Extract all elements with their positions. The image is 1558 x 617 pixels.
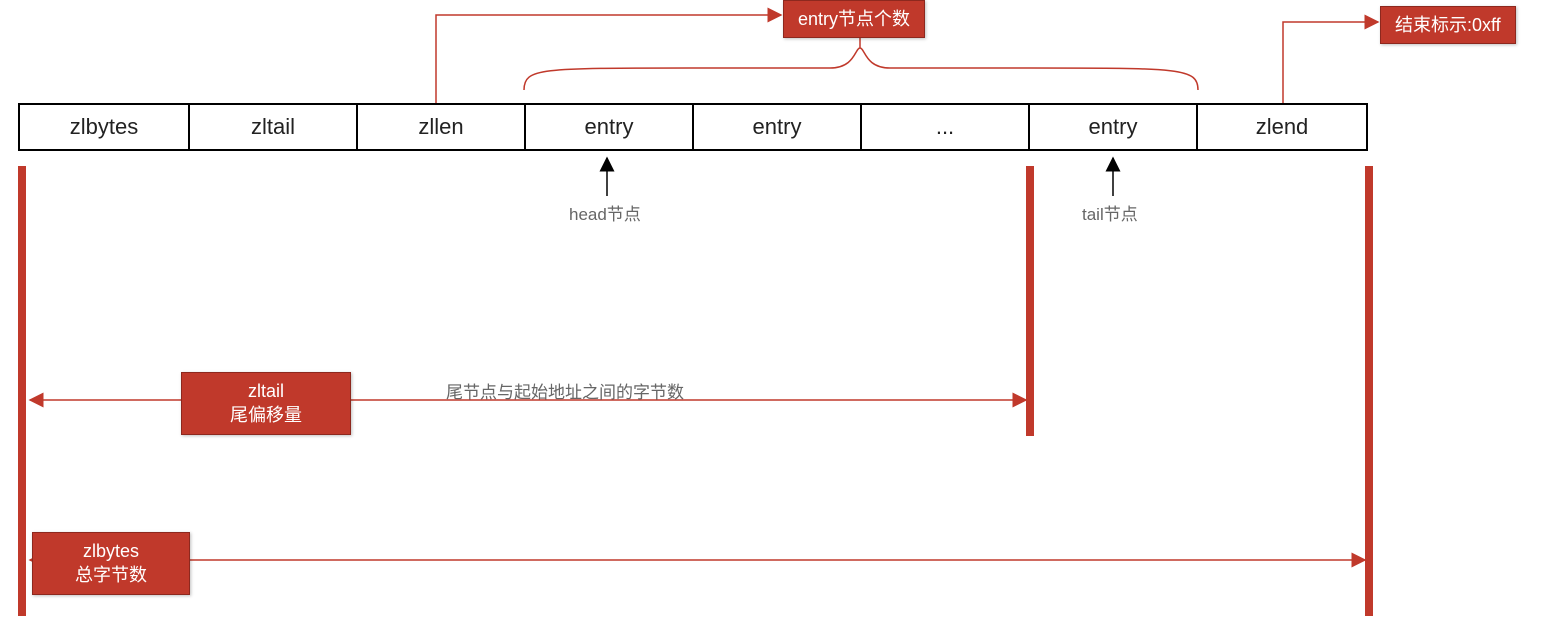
label-end-mark: 结束标示:0xff (1380, 6, 1516, 44)
field-zltail: zltail (188, 103, 356, 151)
label-entry-count: entry节点个数 (783, 0, 925, 38)
connector-layer (0, 0, 1558, 617)
field-zlend: zlend (1196, 103, 1368, 151)
label-zltail-sub: 尾偏移量 (230, 403, 302, 427)
note-zltail-desc: 尾节点与起始地址之间的字节数 (446, 378, 684, 403)
label-zltail-box: zltail 尾偏移量 (181, 372, 351, 435)
field-zllen: zllen (356, 103, 524, 151)
label-end-mark-text: 结束标示:0xff (1395, 13, 1501, 37)
label-entry-count-text: entry节点个数 (798, 7, 910, 31)
note-head-node: head节点 (569, 200, 641, 225)
note-tail-node: tail节点 (1082, 200, 1138, 225)
field-zlbytes: zlbytes (18, 103, 188, 151)
vbar-end (1365, 166, 1373, 616)
field-entry-head: entry (524, 103, 692, 151)
ziplist-structure-diagram: zlbytes zltail zllen entry entry ... ent… (0, 0, 1558, 617)
label-zlbytes-box: zlbytes 总字节数 (32, 532, 190, 595)
field-entry-ellipsis: ... (860, 103, 1028, 151)
label-zlbytes-sub: 总字节数 (75, 563, 147, 587)
ziplist-fields-row: zlbytes zltail zllen entry entry ... ent… (18, 103, 1368, 151)
label-zltail-title: zltail (248, 379, 284, 403)
field-entry-tail: entry (1028, 103, 1196, 151)
vbar-start (18, 166, 26, 616)
field-entry-mid: entry (692, 103, 860, 151)
label-zlbytes-title: zlbytes (83, 539, 139, 563)
vbar-tail (1026, 166, 1034, 436)
